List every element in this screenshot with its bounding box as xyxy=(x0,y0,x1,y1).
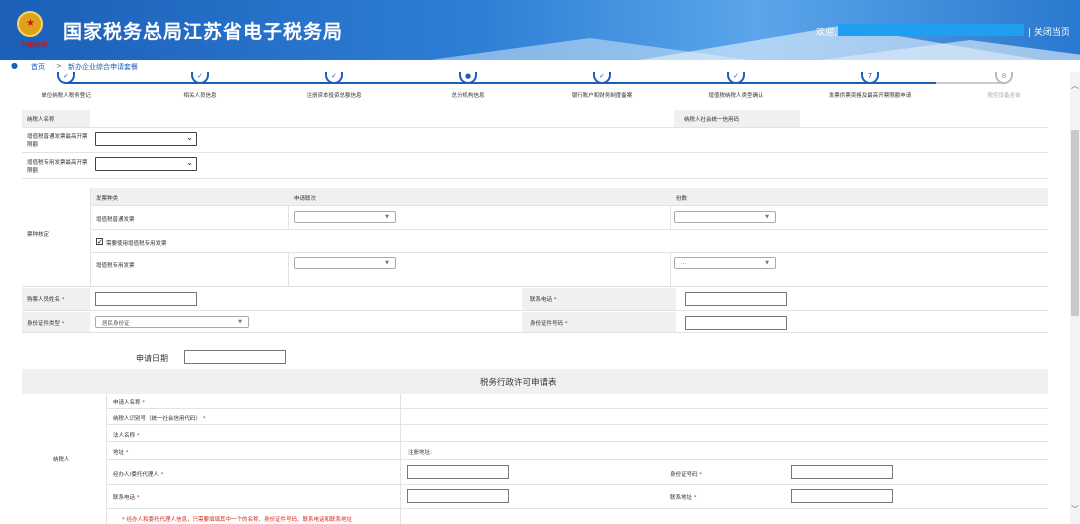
credit-code-label: 纳税人社会统一信用码 xyxy=(684,117,740,123)
location-pin-icon: ● xyxy=(11,61,18,70)
registered-address-label: 注册地址: xyxy=(408,450,432,456)
license-section-title: 税务行政许可申请表 xyxy=(480,378,557,388)
vertical-scrollbar[interactable]: ︿ ﹀ xyxy=(1070,72,1080,524)
need-special-label: 需要使用增值税专用发票 xyxy=(106,241,167,247)
agent-address-input[interactable] xyxy=(791,489,893,503)
caret-down-icon: ▼ xyxy=(765,214,769,220)
chevron-down-icon: ⌄ xyxy=(186,133,193,142)
agent-phone-label: 联系电话 * xyxy=(113,495,140,501)
invoice-form: 纳税人名称 纳税人社会统一信用码 增值税普通发票最高开票限额 ⌄ 增值税专用发票… xyxy=(22,110,1048,524)
vat-normal-type: 增值税普通发票 xyxy=(96,217,135,223)
applicant-name-label: 申请人名称 * xyxy=(113,400,146,406)
contact-phone-input[interactable] xyxy=(685,292,787,306)
agent-input[interactable] xyxy=(407,465,509,479)
count-header: 份数 xyxy=(676,196,688,202)
check-icon: ✓ xyxy=(727,72,745,84)
check-icon: ✓ xyxy=(325,72,343,84)
buyer-name-input[interactable] xyxy=(95,292,197,306)
welcome-text: 欢迎, xyxy=(816,28,837,38)
vat-normal-limit-label: 增值税普通发票最高开票限额 xyxy=(27,134,88,148)
site-title: 国家税务总局江苏省电子税务局 xyxy=(63,21,344,43)
vat-normal-copies-select[interactable]: ▼ xyxy=(294,211,396,223)
vat-special-limit-label: 增值税专用发票最高开票限额 xyxy=(27,160,88,174)
agent-phone-input[interactable] xyxy=(407,489,509,503)
breadcrumb-home[interactable]: 首页 xyxy=(31,62,45,72)
caret-down-icon: ▼ xyxy=(385,260,389,266)
taxpayer-name-label: 纳税人名称 xyxy=(27,117,55,123)
vat-special-copies-select[interactable]: ▼ xyxy=(294,257,396,269)
tax-logo: 中国税务 xyxy=(20,41,48,49)
step-5[interactable]: ✓ 银行账户和财务制度备案 xyxy=(542,72,662,99)
taxpayer-group-label: 纳税人 xyxy=(53,457,70,463)
lock-icon: ● xyxy=(459,72,477,84)
step-6[interactable]: ✓ 增值税纳税人类型确认 xyxy=(676,72,796,99)
chevron-down-icon: ⌄ xyxy=(186,158,193,167)
caret-down-icon: ▼ xyxy=(238,319,242,325)
agent-id-label: 身份证号码 * xyxy=(670,472,703,478)
vat-special-count-select[interactable]: ... ▼ xyxy=(674,257,776,269)
site-header: ★ 中国税务 国家税务总局江苏省电子税务局 欢迎, | 关闭当页 xyxy=(0,0,1080,60)
breadcrumb-current: 新办企业综合申请套餐 xyxy=(68,63,138,71)
agent-label: 经办人/委托代理人 * xyxy=(113,472,164,478)
caret-down-icon: ▼ xyxy=(765,260,769,266)
taxpayer-id-label: 纳税人识别号（统一社会信用代码） * xyxy=(113,416,206,422)
user-name-bar xyxy=(838,24,1024,36)
check-icon: ✓ xyxy=(57,72,75,84)
step-3[interactable]: ✓ 注册资本投资总额信息 xyxy=(274,72,394,99)
buyer-name-label: 购票人员姓名 * xyxy=(27,297,65,303)
vat-special-limit-select[interactable]: ⌄ xyxy=(95,157,197,171)
step-1[interactable]: ✓ 单位纳税人税务登记 xyxy=(6,72,126,99)
apply-date-input[interactable] xyxy=(184,350,286,364)
step-8[interactable]: 8 税控设备咨询 xyxy=(944,72,1064,99)
id-number-label: 身份证件号码 * xyxy=(530,321,568,327)
agent-address-label: 联系地址 * xyxy=(670,495,697,501)
vat-special-type: 增值税专用发票 xyxy=(96,263,135,269)
step-7[interactable]: 7 发票供票资格及最高开票限额申请 xyxy=(810,72,930,99)
step-2[interactable]: ✓ 相关人员信息 xyxy=(140,72,260,99)
scrollbar-thumb[interactable] xyxy=(1071,130,1079,316)
id-type-select[interactable]: 居民身份证 ▼ xyxy=(95,316,249,328)
need-special-checkbox[interactable]: ✓ xyxy=(96,238,103,246)
id-type-label: 身份证件类型 * xyxy=(27,321,65,327)
apply-copies-header: 申请联次 xyxy=(294,196,317,202)
id-number-input[interactable] xyxy=(685,316,787,330)
vat-normal-count-select[interactable]: ▼ xyxy=(674,211,776,223)
step-4[interactable]: ● 总分机构信息 xyxy=(408,72,528,99)
legal-name-label: 法人名称 * xyxy=(113,433,140,439)
close-page-link[interactable]: | 关闭当页 xyxy=(1028,25,1070,38)
chevron-down-icon[interactable]: ﹀ xyxy=(1071,504,1079,515)
breadcrumb-separator: > xyxy=(56,62,62,70)
caret-down-icon: ▼ xyxy=(385,214,389,220)
ticket-verify-label: 票种核定 xyxy=(27,232,50,238)
chevron-up-icon[interactable]: ︿ xyxy=(1071,80,1079,91)
address-label: 地址 * xyxy=(113,450,129,456)
breadcrumb: ● 首页 > 新办企业综合申请套餐 xyxy=(0,60,1070,72)
progress-steps: ✓ 单位纳税人税务登记 ✓ 相关人员信息 ✓ 注册资本投资总额信息 ● 总分机构信息 ✓… xyxy=(0,72,1070,100)
vat-normal-limit-select[interactable]: ⌄ xyxy=(95,132,197,146)
apply-date-label: 申请日期 xyxy=(136,354,168,363)
agent-id-input[interactable] xyxy=(791,465,893,479)
agent-note: * 经办人和委托代理人信息，只需要填填其中一个的名称、身份证件号码、联系电话和联… xyxy=(122,517,353,523)
national-emblem-icon: ★ xyxy=(17,11,43,37)
contact-phone-label: 联系电话 * xyxy=(530,297,557,303)
check-icon: ✓ xyxy=(593,72,611,84)
invoice-type-header: 发票种类 xyxy=(96,196,119,202)
check-icon: ✓ xyxy=(191,72,209,84)
